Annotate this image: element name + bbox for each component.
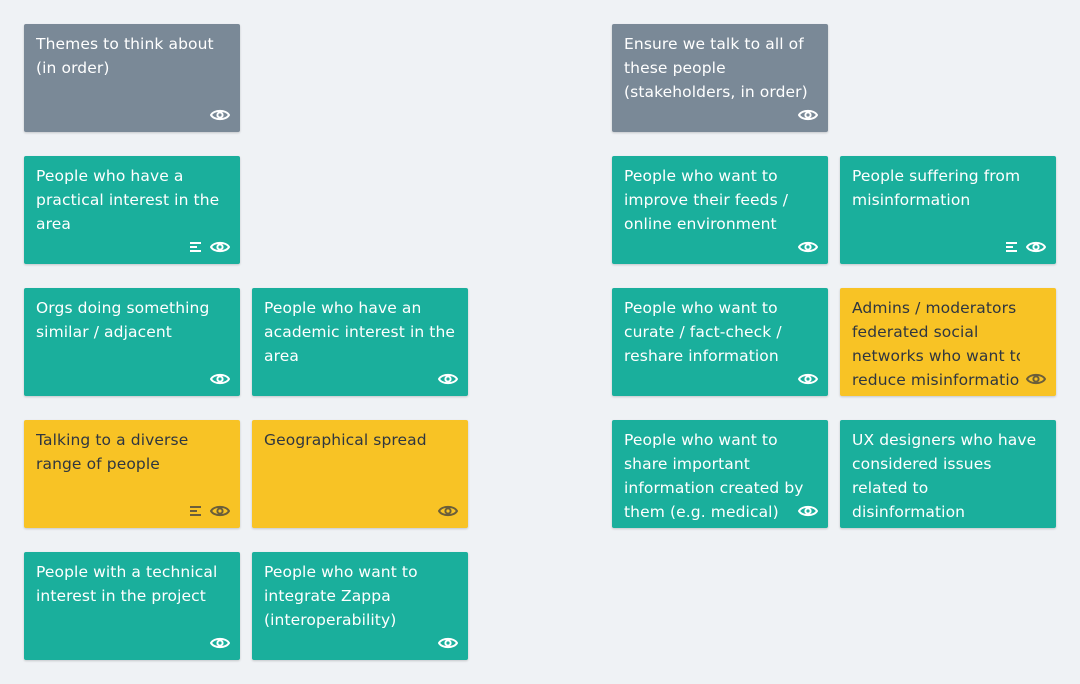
eye-icon — [798, 372, 818, 386]
description-lines-icon — [190, 505, 202, 517]
card-diverse-range[interactable]: Talking to a diverse range of people — [24, 420, 240, 528]
card-improve-feeds[interactable]: People who want to improve their feeds /… — [612, 156, 828, 264]
card-title: Admins / moderators of federated social … — [852, 299, 1020, 389]
eye-icon — [798, 504, 818, 518]
eye-icon — [798, 240, 818, 254]
card-geographical-spread[interactable]: Geographical spread — [252, 420, 468, 528]
description-lines-icon — [1006, 241, 1018, 253]
card-badges — [1006, 238, 1046, 256]
card-title: People who want to integrate Zappa (inte… — [264, 563, 418, 629]
card-badges — [190, 238, 230, 256]
eye-icon — [438, 504, 458, 518]
eye-icon — [438, 636, 458, 650]
description-lines-icon — [190, 241, 202, 253]
card-suffering-misinformation[interactable]: People suffering from misinformation — [840, 156, 1056, 264]
card-badges — [210, 634, 230, 652]
card-technical-interest[interactable]: People with a technical interest in the … — [24, 552, 240, 660]
card-share-important-info[interactable]: People who want to share important infor… — [612, 420, 828, 528]
eye-icon — [210, 504, 230, 518]
card-title: People with a technical interest in the … — [36, 563, 218, 605]
eye-icon — [438, 372, 458, 386]
card-badges — [438, 634, 458, 652]
eye-icon — [210, 372, 230, 386]
card-title: UX designers who have considered issues … — [852, 431, 1037, 521]
card-title: People who want to curate / fact-check /… — [624, 299, 782, 365]
card-badges — [1026, 370, 1046, 388]
card-badges — [798, 238, 818, 256]
card-orgs-similar[interactable]: Orgs doing something similar / adjacent — [24, 288, 240, 396]
card-academic-interest[interactable]: People who have an academic interest in … — [252, 288, 468, 396]
card-title: Orgs doing something similar / adjacent — [36, 299, 210, 341]
card-badges — [190, 502, 230, 520]
card-title: Ensure we talk to all of these people (s… — [624, 35, 808, 101]
card-stakeholders-header[interactable]: Ensure we talk to all of these people (s… — [612, 24, 828, 132]
card-curate-factcheck[interactable]: People who want to curate / fact-check /… — [612, 288, 828, 396]
card-admins-moderators[interactable]: Admins / moderators of federated social … — [840, 288, 1056, 396]
eye-icon — [1026, 372, 1046, 386]
card-badges — [798, 370, 818, 388]
card-title: People suffering from misinformation — [852, 167, 1021, 209]
card-title: People who want to share important infor… — [624, 431, 804, 521]
card-badges — [798, 502, 818, 520]
card-badges — [210, 370, 230, 388]
card-themes-header[interactable]: Themes to think about (in order) — [24, 24, 240, 132]
card-title: People who have a practical interest in … — [36, 167, 220, 233]
card-ux-designers[interactable]: UX designers who have considered issues … — [840, 420, 1056, 528]
card-badges — [438, 502, 458, 520]
card-badges — [438, 370, 458, 388]
eye-icon — [1026, 240, 1046, 254]
card-badges — [210, 106, 230, 124]
card-integrate-zappa[interactable]: People who want to integrate Zappa (inte… — [252, 552, 468, 660]
eye-icon — [798, 108, 818, 122]
card-title: People who want to improve their feeds /… — [624, 167, 789, 233]
card-practical-interest[interactable]: People who have a practical interest in … — [24, 156, 240, 264]
card-title: Talking to a diverse range of people — [36, 431, 189, 473]
card-title: Geographical spread — [264, 431, 427, 449]
eye-icon — [210, 240, 230, 254]
card-title: People who have an academic interest in … — [264, 299, 456, 365]
eye-icon — [210, 636, 230, 650]
card-title: Themes to think about (in order) — [36, 35, 214, 77]
eye-icon — [210, 108, 230, 122]
card-badges — [798, 106, 818, 124]
